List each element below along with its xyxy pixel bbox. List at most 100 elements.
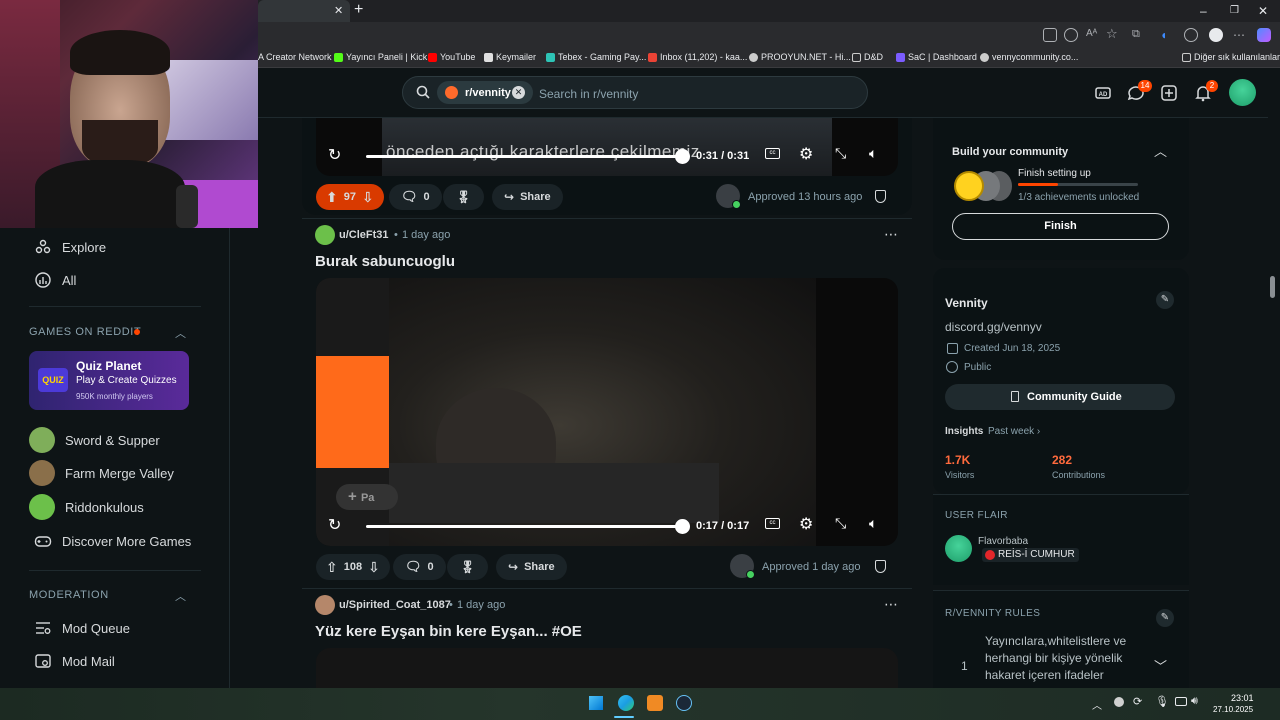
menu-dots-icon[interactable]: ⋯ <box>1233 28 1247 42</box>
comments-button[interactable]: 🗨︎ 0 <box>389 184 442 210</box>
tray-app-icon[interactable] <box>1114 697 1124 707</box>
chip-clear-icon[interactable]: ✕ <box>512 86 525 99</box>
minimize-icon[interactable]: – <box>1200 4 1207 18</box>
downvote-icon[interactable]: ⇩ <box>368 559 380 576</box>
user-avatar[interactable] <box>1229 79 1256 106</box>
settings-gear-icon[interactable]: ⚙ <box>799 514 813 534</box>
app-icon[interactable] <box>647 695 663 711</box>
nav-explore[interactable]: Explore <box>34 238 106 256</box>
speaker-icon[interactable]: 🔊︎ <box>1191 695 1198 708</box>
rule-text[interactable]: Yayıncılara,whitelistlere ve herhangi bi… <box>985 633 1135 684</box>
post-author[interactable]: u/Spirited_Coat_1087 <box>339 599 451 611</box>
settings-gear-icon[interactable]: ⚙ <box>799 144 813 164</box>
author-avatar[interactable] <box>315 595 335 615</box>
extensions-puzzle-icon[interactable] <box>1184 28 1198 42</box>
post-menu-dots-icon[interactable]: ⋯ <box>884 596 899 613</box>
maximize-icon[interactable]: ❐ <box>1230 5 1239 16</box>
volume-icon[interactable]: 🔈︎ <box>869 515 877 532</box>
vote-button[interactable]: ⬆︎ 97 ⇩ <box>316 184 384 210</box>
collapse-chevron-icon[interactable]: ︿ <box>175 325 186 341</box>
bookmark-item[interactable]: Keymailer <box>484 52 536 62</box>
volume-icon[interactable]: 🔈︎ <box>869 145 877 162</box>
flair-tag[interactable]: REİS-İ CUMHUR <box>982 548 1079 562</box>
fullscreen-icon[interactable]: ⤡ <box>835 515 846 532</box>
tab-actions-icon[interactable]: ⧉ <box>1132 28 1146 42</box>
captions-icon[interactable]: cc <box>765 518 780 529</box>
bookmark-item[interactable]: vennycommunity.co... <box>980 52 1078 62</box>
vote-button[interactable]: ⇧ 108 ⇩ <box>316 554 390 580</box>
bookmark-item[interactable]: Inbox (11,202) - kaa... <box>648 52 747 62</box>
comments-button[interactable]: 🗨︎ 0 <box>393 554 446 580</box>
post-author[interactable]: u/CleFt31 <box>339 229 389 241</box>
app-icon[interactable] <box>1043 28 1057 42</box>
game-sword-supper[interactable]: Sword & Supper <box>29 427 160 453</box>
post-video[interactable] <box>316 278 898 546</box>
collapse-chevron-icon[interactable]: ︿ <box>1154 141 1167 160</box>
captions-icon[interactable]: cc <box>765 148 780 159</box>
other-bookmarks[interactable]: Diğer sık kullanılanlar <box>1182 52 1280 62</box>
bookmark-item[interactable]: Yayıncı Paneli | Kick <box>334 52 427 62</box>
upvote-icon[interactable]: ⇧ <box>326 559 338 576</box>
page-scrollbar[interactable] <box>1268 68 1280 688</box>
bookmark-item[interactable]: PROOYUN.NET - Hi... <box>749 52 851 62</box>
bookmark-item[interactable]: D&D <box>852 52 883 62</box>
fullscreen-icon[interactable]: ⤡ <box>835 145 846 162</box>
sync-icon[interactable]: ⟳ <box>1133 695 1142 708</box>
create-post-icon[interactable] <box>1160 84 1178 102</box>
mod-shield-icon[interactable] <box>875 560 886 573</box>
scrollbar-thumb[interactable] <box>1270 276 1275 298</box>
post-title[interactable]: Yüz kere Eyşan bin kere Eyşan... #OE <box>315 623 582 640</box>
post-video[interactable] <box>316 648 898 688</box>
edit-pencil-icon[interactable]: ✎ <box>1156 609 1174 627</box>
author-avatar[interactable] <box>315 225 335 245</box>
extension-icon[interactable]: ◖ <box>1160 28 1174 42</box>
video-progress-bar[interactable] <box>366 155 682 158</box>
bookmark-item[interactable]: A Creator Network <box>258 52 332 62</box>
award-button[interactable]: 🎖︎ <box>447 554 488 580</box>
copilot-icon[interactable] <box>1257 28 1271 42</box>
collapse-chevron-icon[interactable]: ︿ <box>175 588 186 604</box>
video-progress-bar[interactable] <box>366 525 682 528</box>
microphone-icon[interactable]: 🎙︎ <box>1155 695 1169 708</box>
post-title[interactable]: Burak sabuncuoglu <box>315 253 455 270</box>
expand-chevron-icon[interactable]: ﹀ <box>1154 656 1167 675</box>
community-link[interactable]: discord.gg/vennyv <box>945 320 1042 334</box>
share-button[interactable]: ↪ Share <box>492 184 563 210</box>
insights-period-dropdown[interactable]: Past week › <box>988 426 1040 437</box>
bookmark-item[interactable]: YouTube <box>428 52 475 62</box>
tray-overflow-icon[interactable]: ︿ <box>1092 697 1102 712</box>
nav-mod-mail[interactable]: Mod Mail <box>34 652 115 670</box>
zoom-icon[interactable] <box>1064 28 1078 42</box>
game-riddonkulous[interactable]: Riddonkulous <box>29 494 144 520</box>
award-button[interactable]: 🎖︎ <box>443 184 484 210</box>
finish-button[interactable]: Finish <box>952 213 1169 240</box>
steam-icon[interactable] <box>676 695 692 711</box>
replay-icon[interactable]: ↻ <box>328 145 341 165</box>
windows-start-icon[interactable] <box>589 696 603 710</box>
upvote-icon[interactable]: ⬆︎ <box>326 189 338 206</box>
advertise-icon[interactable]: AD <box>1094 84 1112 102</box>
bookmark-item[interactable]: Tebex - Gaming Pay... <box>546 52 646 62</box>
edge-icon[interactable] <box>618 695 634 711</box>
tab-close-icon[interactable]: ✕ <box>334 4 343 17</box>
bookmark-item[interactable]: SaC | Dashboard <box>896 52 977 62</box>
network-icon[interactable] <box>1175 697 1187 706</box>
post-menu-dots-icon[interactable]: ⋯ <box>884 226 899 243</box>
clock-date[interactable]: 27.10.2025 <box>1213 705 1253 714</box>
nav-mod-queue[interactable]: Mod Queue <box>34 619 130 637</box>
favorite-star-icon[interactable]: ☆ <box>1106 26 1120 41</box>
mod-shield-icon[interactable] <box>875 190 886 203</box>
clock-time[interactable]: 23:01 <box>1231 693 1254 703</box>
replay-icon[interactable]: ↻ <box>328 515 341 535</box>
nav-all[interactable]: All <box>34 271 76 289</box>
new-tab-button[interactable]: + <box>354 1 363 19</box>
video-scrubber-handle[interactable] <box>675 519 690 534</box>
window-close-icon[interactable]: ✕ <box>1258 4 1268 18</box>
share-button[interactable]: ↪ Share <box>496 554 567 580</box>
discover-more-games[interactable]: Discover More Games <box>34 532 191 550</box>
game-farm-merge-valley[interactable]: Farm Merge Valley <box>29 460 174 486</box>
edit-pencil-icon[interactable]: ✎ <box>1156 291 1174 309</box>
profile-icon[interactable] <box>1209 28 1223 42</box>
read-aloud-icon[interactable]: Aᴬ <box>1086 28 1100 42</box>
video-scrubber-handle[interactable] <box>675 149 690 164</box>
